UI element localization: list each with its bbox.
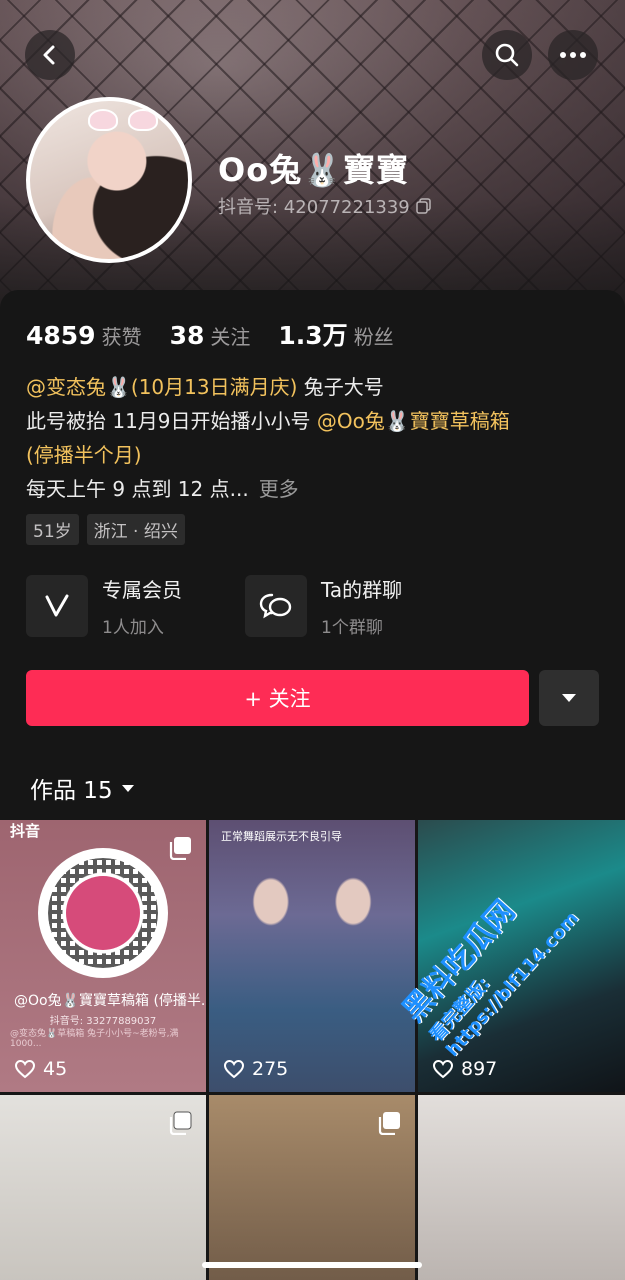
heart-icon: [432, 1059, 454, 1079]
bio-text: 每天上午 9 点到 12 点...: [26, 477, 249, 501]
bio-mention-link[interactable]: @变态兔🐰(10月13日满月庆): [26, 375, 297, 399]
more-options-button[interactable]: [548, 30, 598, 80]
douyin-logo: 抖音: [10, 822, 41, 840]
bio-mention-link[interactable]: (停播半个月): [26, 443, 142, 467]
video-thumbnail[interactable]: [418, 1095, 625, 1280]
bio-mention-link[interactable]: @Oo兔🐰寶寶草稿箱: [317, 409, 510, 433]
like-count: 897: [432, 1058, 497, 1080]
like-count-value: 275: [252, 1058, 289, 1080]
profile-name: Oo兔🐰寶寶: [218, 151, 410, 189]
like-count: 275: [223, 1058, 288, 1080]
bio-line: @变态兔🐰(10月13日满月庆) 兔子大号: [26, 370, 601, 404]
feature-title: 专属会员: [102, 578, 182, 602]
stat-following[interactable]: 38 关注: [170, 321, 251, 350]
video-thumbnail[interactable]: [0, 1095, 206, 1280]
stat-label: 关注: [210, 325, 251, 349]
chat-bubbles-icon: [245, 575, 307, 637]
feature-subtitle: 1个群聊: [321, 618, 383, 638]
profile-tags: 51岁 浙江 · 绍兴: [26, 514, 185, 545]
group-chat-entry[interactable]: Ta的群聊 1个群聊: [245, 574, 402, 638]
stat-value: 4859: [26, 321, 96, 350]
qr-id: 抖音号: 33277889037: [49, 1016, 157, 1027]
stat-followers[interactable]: 1.3万 粉丝: [278, 316, 393, 352]
bunny-ear-decoration: [88, 109, 118, 131]
video-thumbnail[interactable]: 正常舞蹈展示无不良引导 275: [209, 820, 415, 1092]
bio-line: 此号被抬 11月9日开始播小小号 @Oo兔🐰寶寶草稿箱: [26, 404, 601, 438]
bio: @变态兔🐰(10月13日满月庆) 兔子大号 此号被抬 11月9日开始播小小号 @…: [26, 370, 601, 506]
douyin-id[interactable]: 抖音号: 42077221339: [218, 193, 432, 219]
like-count-value: 45: [43, 1058, 68, 1080]
stats-row: 4859 获赞 38 关注 1.3万 粉丝: [26, 316, 394, 352]
bio-more-link[interactable]: 更多: [259, 477, 299, 501]
feature-title: Ta的群聊: [321, 578, 403, 602]
back-button[interactable]: [25, 30, 75, 80]
heart-icon: [223, 1059, 245, 1079]
member-icon: [26, 575, 88, 637]
more-dots-icon: [560, 52, 586, 58]
search-button[interactable]: [482, 30, 532, 80]
stat-label: 获赞: [101, 325, 142, 349]
caret-down-icon: [121, 784, 134, 792]
follow-button[interactable]: + 关注: [26, 670, 529, 726]
heart-icon: [14, 1059, 36, 1079]
qr-code: [38, 848, 168, 978]
stat-value: 38: [169, 321, 205, 350]
works-grid: 抖音 @Oo兔🐰寶寶草稿箱 (停播半... 抖音号: 33277889037 @…: [0, 820, 625, 1280]
multi-image-icon: [169, 1111, 192, 1135]
feature-subtitle: 1人加入: [102, 618, 164, 638]
chevron-left-icon: [43, 45, 55, 65]
video-caption: 正常舞蹈展示无不良引导: [221, 830, 342, 843]
multi-image-icon: [378, 1112, 400, 1135]
stat-label: 粉丝: [353, 325, 394, 349]
bunny-ear-decoration: [128, 109, 158, 131]
search-icon: [495, 43, 519, 67]
video-thumbnail[interactable]: 抖音 @Oo兔🐰寶寶草稿箱 (停播半... 抖音号: 33277889037 @…: [0, 820, 206, 1092]
copy-icon[interactable]: [416, 198, 432, 214]
caret-down-icon: [562, 694, 576, 702]
like-count-value: 897: [461, 1058, 498, 1080]
tab-label: 作品 15: [30, 778, 113, 804]
video-thumbnail[interactable]: [209, 1095, 415, 1280]
age-tag: 51岁: [26, 514, 79, 545]
avatar[interactable]: [26, 97, 192, 263]
like-count: 45: [14, 1058, 67, 1080]
video-thumbnail[interactable]: 897: [418, 820, 625, 1092]
bio-text: 兔子大号: [297, 375, 384, 399]
tab-works[interactable]: 作品 15: [30, 771, 135, 805]
bio-text: 此号被抬 11月9日开始播小小号: [26, 409, 317, 433]
qr-description: @变态兔🐰草稿箱 兔子小小号~老粉号,满1000...: [10, 1029, 179, 1049]
bio-line: (停播半个月): [26, 438, 601, 472]
bio-line: 每天上午 9 点到 12 点... 更多: [26, 472, 601, 506]
stat-likes[interactable]: 4859 获赞: [26, 321, 142, 350]
multi-image-icon: [169, 837, 191, 860]
douyin-id-text: 抖音号: 42077221339: [218, 197, 410, 218]
home-indicator[interactable]: [202, 1262, 422, 1268]
exclusive-membership-entry[interactable]: 专属会员 1人加入: [26, 574, 182, 638]
follow-dropdown-button[interactable]: [539, 670, 599, 726]
profile-card: 4859 获赞 38 关注 1.3万 粉丝 @变态兔🐰(10月13日满月庆) 兔…: [0, 290, 625, 1280]
stat-value: 1.3万: [278, 321, 348, 350]
location-tag: 浙江 · 绍兴: [86, 514, 185, 545]
qr-name: @Oo兔🐰寶寶草稿箱 (停播半...: [14, 993, 206, 1009]
